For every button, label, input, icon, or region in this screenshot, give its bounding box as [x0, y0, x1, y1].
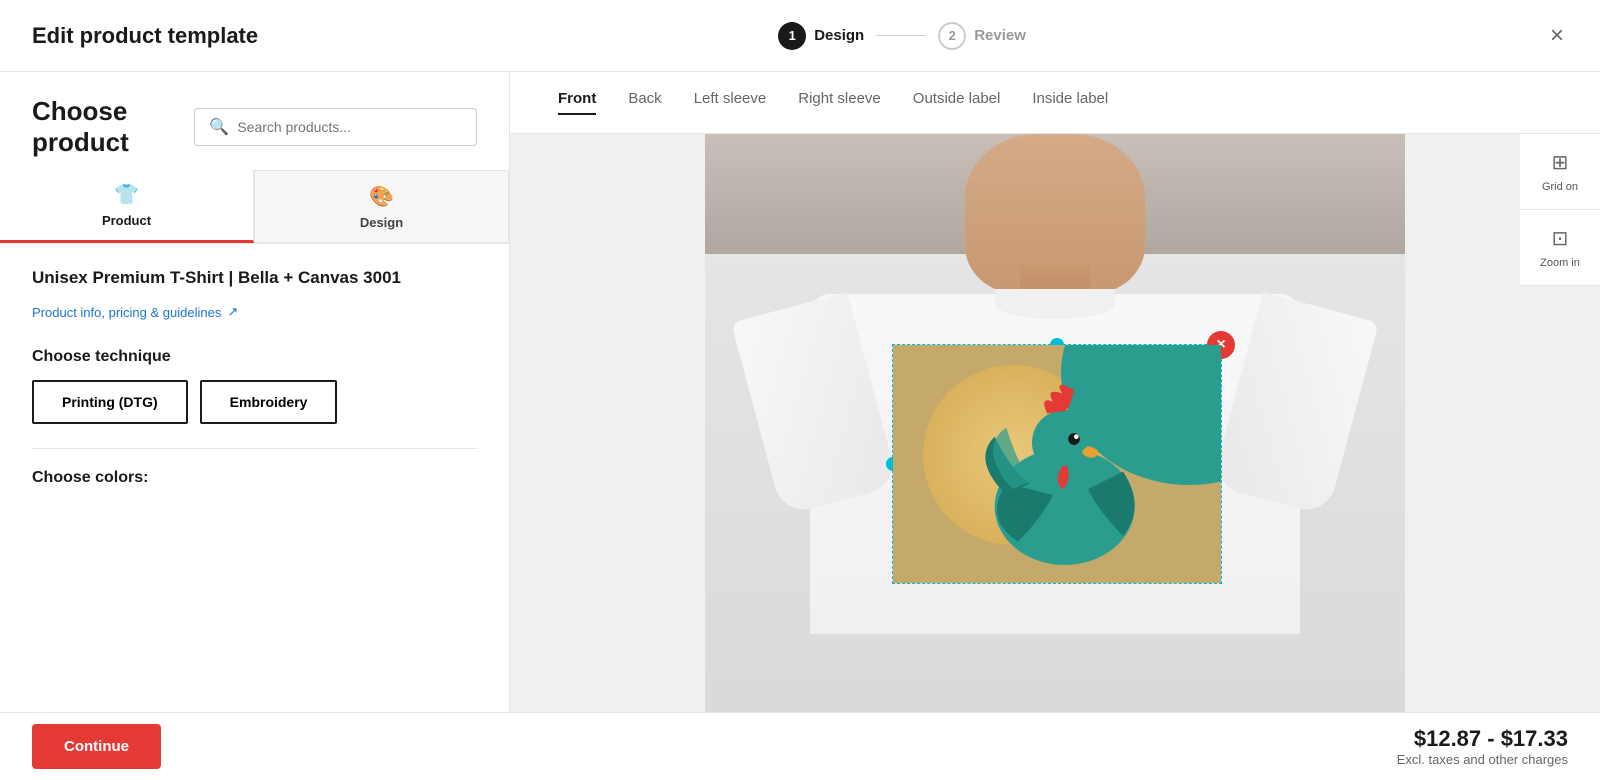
- header: Edit product template 1 Design 2 Review …: [0, 0, 1600, 72]
- technique-buttons: Printing (DTG) Embroidery: [32, 380, 477, 424]
- choose-product-header: Choose product 🔍: [0, 72, 509, 158]
- view-tab-outside-label[interactable]: Outside label: [913, 90, 1001, 115]
- main-layout: Choose product 🔍 👕 Product 🎨 Design Unis…: [0, 72, 1600, 780]
- step-1-label: Design: [814, 27, 864, 44]
- section-divider: [32, 448, 477, 449]
- external-link-icon: ↗: [227, 304, 238, 320]
- canvas-area: ×: [510, 134, 1600, 780]
- tab-product[interactable]: 👕 Product: [0, 170, 254, 243]
- step-1: 1 Design: [778, 22, 864, 50]
- product-name: Unisex Premium T-Shirt | Bella + Canvas …: [32, 268, 477, 288]
- product-info-link[interactable]: Product info, pricing & guidelines ↗: [32, 304, 477, 320]
- printing-dtg-button[interactable]: Printing (DTG): [32, 380, 188, 424]
- choose-product-title: Choose product: [32, 96, 194, 158]
- stepper: 1 Design 2 Review: [778, 22, 1026, 50]
- tab-design-label: Design: [360, 215, 403, 230]
- tab-design[interactable]: 🎨 Design: [254, 170, 509, 243]
- price-note: Excl. taxes and other charges: [1397, 752, 1568, 767]
- step-2-label: Review: [974, 27, 1026, 44]
- zoom-icon: ⊡: [1552, 226, 1569, 251]
- view-tab-back[interactable]: Back: [628, 90, 661, 115]
- page-title: Edit product template: [32, 23, 258, 49]
- grid-toggle-button[interactable]: ⊞ Grid on: [1520, 134, 1600, 210]
- footer-bar: Continue $12.87 - $17.33 Excl. taxes and…: [0, 712, 1600, 780]
- price-info: $12.87 - $17.33 Excl. taxes and other ch…: [1397, 726, 1568, 767]
- step-1-circle: 1: [778, 22, 806, 50]
- zoom-in-button[interactable]: ⊡ Zoom in: [1520, 210, 1600, 286]
- grid-label: Grid on: [1542, 181, 1578, 193]
- tshirt-mockup: ×: [705, 134, 1405, 780]
- view-tab-right-sleeve[interactable]: Right sleeve: [798, 90, 881, 115]
- grid-icon: ⊞: [1552, 150, 1569, 175]
- step-2: 2 Review: [938, 22, 1026, 50]
- step-connector: [876, 35, 926, 36]
- search-icon: 🔍: [209, 117, 229, 137]
- search-box: 🔍: [194, 108, 477, 146]
- price-range: $12.87 - $17.33: [1397, 726, 1568, 752]
- colors-title: Choose colors:: [32, 469, 477, 487]
- search-input[interactable]: [237, 119, 462, 135]
- view-tabs: Front Back Left sleeve Right sleeve Outs…: [510, 72, 1600, 134]
- product-tab-icon: 👕: [114, 182, 139, 207]
- tab-product-label: Product: [102, 213, 151, 228]
- design-tab-icon: 🎨: [369, 184, 394, 209]
- left-panel: Choose product 🔍 👕 Product 🎨 Design Unis…: [0, 72, 510, 780]
- design-overlay: ×: [892, 344, 1222, 584]
- view-tab-front[interactable]: Front: [558, 90, 596, 115]
- rooster-design-svg: [913, 355, 1193, 565]
- zoom-label: Zoom in: [1540, 257, 1580, 269]
- continue-button[interactable]: Continue: [32, 724, 161, 769]
- tools-panel: ⊞ Grid on ⊡ Zoom in: [1520, 134, 1600, 286]
- step-2-circle: 2: [938, 22, 966, 50]
- embroidery-button[interactable]: Embroidery: [200, 380, 338, 424]
- right-panel: Front Back Left sleeve Right sleeve Outs…: [510, 72, 1600, 780]
- view-tab-inside-label[interactable]: Inside label: [1032, 90, 1108, 115]
- close-button[interactable]: ×: [1546, 18, 1568, 54]
- panel-content: Unisex Premium T-Shirt | Bella + Canvas …: [0, 244, 509, 780]
- product-design-tabs: 👕 Product 🎨 Design: [0, 170, 509, 244]
- technique-title: Choose technique: [32, 348, 477, 366]
- view-tab-left-sleeve[interactable]: Left sleeve: [694, 90, 767, 115]
- product-link-label: Product info, pricing & guidelines: [32, 305, 221, 320]
